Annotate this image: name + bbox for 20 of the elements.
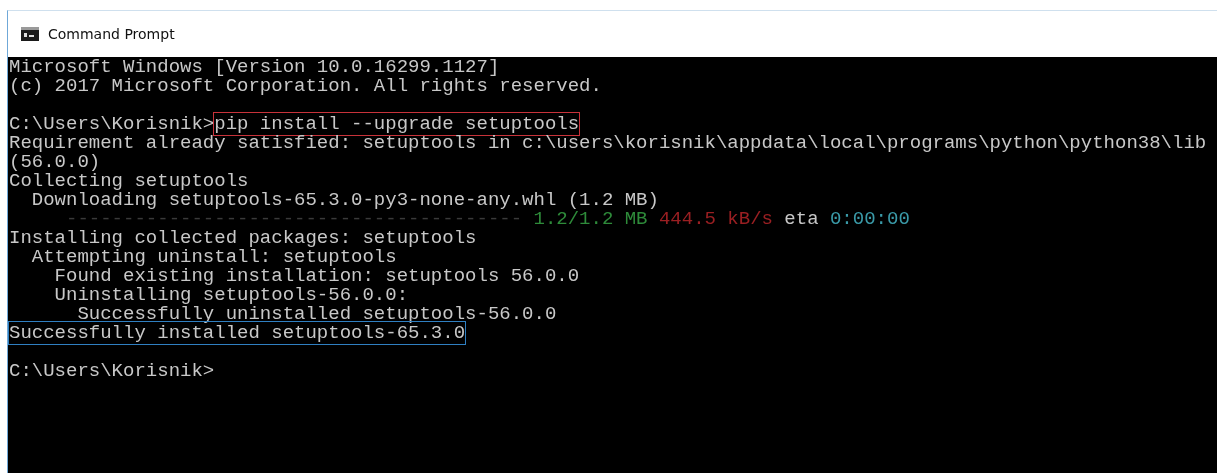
console-text: C:\Users\Korisnik>: [9, 360, 215, 382]
console-text: Collecting setuptools: [9, 170, 249, 192]
console-text: 444.5 kB/s: [658, 208, 773, 230]
console-text: C:\Users\Korisnik>: [9, 113, 215, 135]
console-text: 0:00:00: [829, 208, 910, 230]
highlighted-text: pip install --upgrade setuptools: [213, 112, 581, 136]
console-text: (56.0.0): [9, 151, 101, 173]
console-text: (c) 2017 Microsoft Corporation. All rights reserved.: [9, 75, 602, 97]
console-text: Installing collected packages: setuptools: [9, 227, 477, 249]
console-text: Found existing installation: setuptools 56.0.0: [54, 265, 580, 287]
console-text: ----------------------------------------: [66, 208, 523, 230]
console-icon: [21, 27, 39, 41]
console-text: Uninstalling setuptools-56.0.0:: [53, 284, 409, 306]
console-text: eta: [783, 208, 820, 230]
window-title: Command Prompt: [48, 26, 175, 42]
console-text: Attempting uninstall: setuptools: [31, 246, 397, 268]
highlighted-text: Successfully installed setuptools-65.3.0: [8, 321, 467, 345]
console-text: Microsoft Windows [Version 10.0.16299.1127]: [9, 56, 500, 78]
console-text: Downloading setuptools-65.3.0-py3-none-any.whl (1.2 MB): [31, 189, 659, 211]
console-text: 1.2/1.2 MB: [533, 208, 648, 230]
